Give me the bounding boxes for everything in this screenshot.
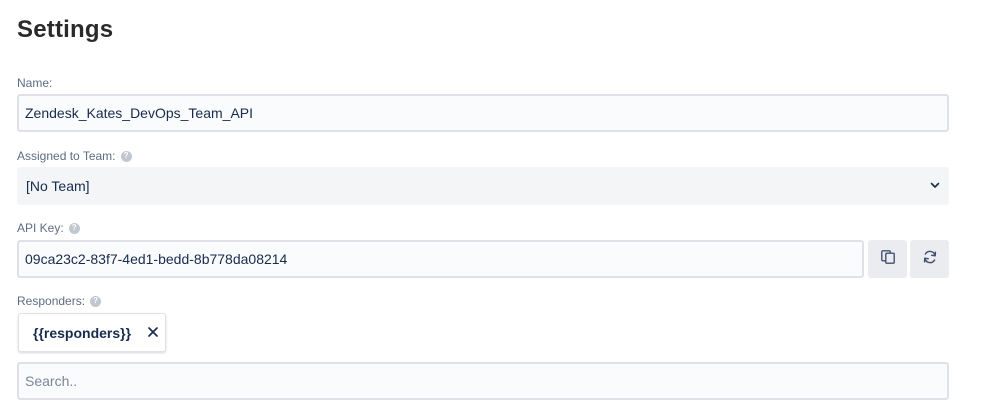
name-label-text: Name: [17, 76, 53, 90]
team-label: Assigned to Team: ? [17, 149, 132, 163]
responders-label: Responders: ? [17, 294, 102, 308]
chevron-down-icon [929, 178, 941, 194]
team-select[interactable]: [No Team] [17, 167, 949, 205]
api-key-value: 09ca23c2-83f7-4ed1-bedd-8b778da08214 [25, 251, 288, 267]
responder-chip-label: {{responders}} [33, 324, 132, 341]
name-input[interactable]: Zendesk_Kates_DevOps_Team_API [17, 94, 949, 132]
refresh-icon [922, 249, 938, 270]
settings-page: Settings Name: Zendesk_Kates_DevOps_Team… [0, 0, 999, 409]
regenerate-api-key-button[interactable] [910, 240, 949, 278]
api-key-label: API Key: ? [17, 221, 80, 235]
help-icon[interactable]: ? [68, 222, 80, 234]
team-select-value: [No Team] [26, 178, 90, 194]
search-placeholder: Search.. [25, 373, 78, 389]
copy-api-key-button[interactable] [868, 240, 907, 278]
help-icon[interactable]: ? [90, 295, 102, 307]
team-label-text: Assigned to Team: [17, 149, 116, 163]
copy-icon [880, 249, 896, 270]
responders-search-input[interactable]: Search.. [17, 362, 949, 400]
name-label: Name: [17, 76, 52, 90]
responder-chip: {{responders}} [18, 313, 166, 352]
api-key-label-text: API Key: [17, 221, 64, 235]
responders-label-text: Responders: [17, 294, 86, 308]
help-icon[interactable]: ? [120, 150, 132, 162]
page-title: Settings [17, 16, 114, 43]
name-input-value: Zendesk_Kates_DevOps_Team_API [25, 105, 254, 121]
close-icon[interactable] [147, 325, 159, 341]
api-key-input[interactable]: 09ca23c2-83f7-4ed1-bedd-8b778da08214 [17, 240, 864, 278]
